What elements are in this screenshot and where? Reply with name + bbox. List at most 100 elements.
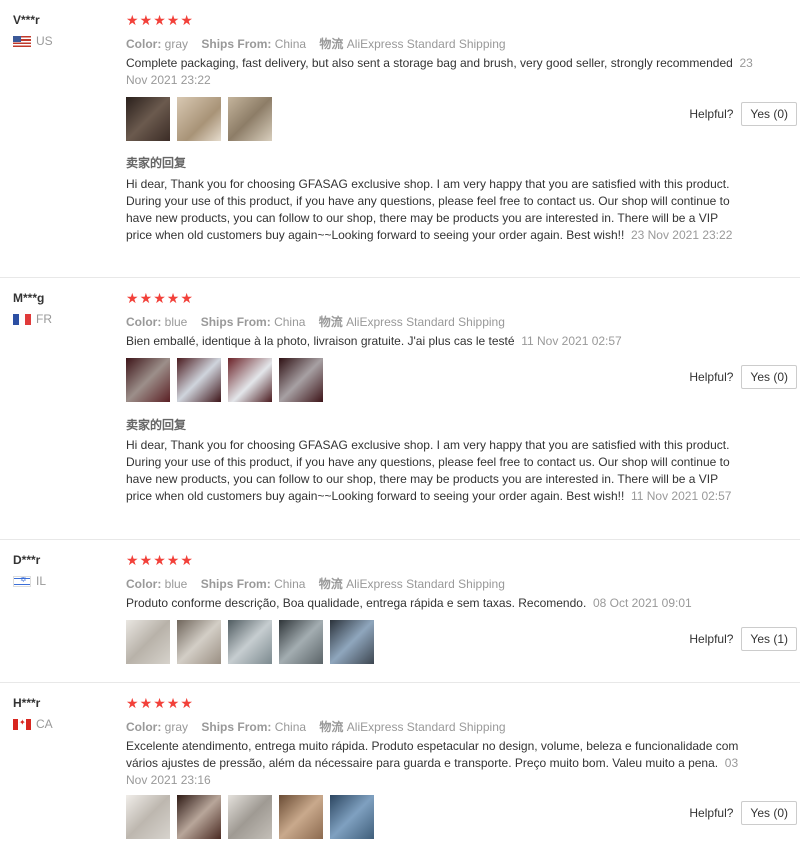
helpful-label: Helpful? bbox=[689, 632, 734, 646]
review-photo[interactable] bbox=[177, 795, 221, 839]
logistics-label: 物流 bbox=[319, 37, 344, 51]
star-icon: ★ bbox=[139, 290, 153, 306]
reviewer-name: D***r bbox=[13, 553, 41, 567]
rating-stars: ★ ★ ★ ★ ★ bbox=[126, 291, 194, 305]
rating-stars: ★ ★ ★ ★ ★ bbox=[126, 13, 194, 27]
review-photos bbox=[126, 620, 374, 664]
flag-icon bbox=[13, 35, 31, 47]
review-meta: Color: gray Ships From: China 物流 AliExpr… bbox=[126, 718, 506, 735]
review-content: Complete packaging, fast delivery, but a… bbox=[126, 56, 733, 70]
shipping-value: AliExpress Standard Shipping bbox=[346, 720, 506, 734]
seller-reply: Hi dear, Thank you for choosing GFASAG e… bbox=[126, 437, 738, 505]
star-icon: ★ bbox=[166, 290, 180, 306]
ships-from-label: Ships From: bbox=[201, 37, 272, 51]
star-icon: ★ bbox=[139, 552, 153, 568]
helpful-label: Helpful? bbox=[689, 806, 734, 820]
review-card: H***r CA ★★★★★ Color: gray Ships From: C… bbox=[0, 696, 800, 847]
star-icon: ★ bbox=[180, 552, 193, 568]
review-photo[interactable] bbox=[177, 620, 221, 664]
flag-icon bbox=[13, 575, 31, 587]
review-photo[interactable] bbox=[177, 358, 221, 402]
star-icon: ★ bbox=[153, 552, 166, 568]
review-photo[interactable] bbox=[177, 97, 221, 141]
rating-stars: ★ ★ ★ ★ ★ bbox=[126, 553, 194, 567]
ships-from-value: China bbox=[274, 720, 307, 734]
review-photos bbox=[126, 97, 272, 141]
helpful-label: Helpful? bbox=[689, 370, 734, 384]
review-photo[interactable] bbox=[279, 620, 323, 664]
ships-from-value: China bbox=[274, 37, 307, 51]
review-text: Complete packaging, fast delivery, but a… bbox=[126, 55, 756, 89]
review-photo[interactable] bbox=[126, 358, 170, 402]
helpful-yes-button[interactable]: Yes (0) bbox=[741, 102, 797, 126]
helpful-section: Helpful? Yes (0) bbox=[689, 365, 797, 389]
review-photo[interactable] bbox=[330, 620, 374, 664]
review-card: V***r US ★ ★ ★ ★ ★ Color: gray Ships From: C… bbox=[0, 13, 800, 278]
review-photo[interactable] bbox=[126, 97, 170, 141]
review-content: Produto conforme descrição, Boa qualidad… bbox=[126, 596, 587, 610]
star-icon: ★ bbox=[153, 12, 166, 28]
star-icon: ★ bbox=[180, 695, 193, 711]
helpful-yes-button[interactable]: Yes (1) bbox=[741, 627, 797, 651]
shipping-value: AliExpress Standard Shipping bbox=[346, 37, 506, 51]
review-photos bbox=[126, 358, 323, 402]
star-icon: ★ bbox=[180, 12, 193, 28]
star-icon: ★ bbox=[153, 290, 166, 306]
color-label: Color: bbox=[126, 37, 162, 51]
review-photo[interactable] bbox=[228, 620, 272, 664]
review-content: Excelente atendimento, entrega muito ráp… bbox=[126, 739, 739, 770]
star-icon: ★ bbox=[139, 695, 153, 711]
color-value: gray bbox=[164, 720, 189, 734]
helpful-section: Helpful? Yes (0) bbox=[689, 801, 797, 825]
ships-from-label: Ships From: bbox=[201, 720, 272, 734]
review-photo[interactable] bbox=[279, 358, 323, 402]
review-date: 11 Nov 2021 02:57 bbox=[521, 334, 622, 348]
country-code: IL bbox=[36, 574, 47, 588]
ships-from-value: China bbox=[274, 315, 306, 329]
color-value: gray bbox=[164, 37, 189, 51]
review-photo[interactable] bbox=[228, 795, 272, 839]
reviewer-country: IL bbox=[13, 574, 46, 588]
reviewer-country: CA bbox=[13, 717, 53, 731]
flag-icon bbox=[13, 313, 31, 325]
helpful-section: Helpful? Yes (0) bbox=[689, 102, 797, 126]
review-meta: Color: blue Ships From: China 物流 AliExpr… bbox=[126, 313, 505, 330]
review-photo[interactable] bbox=[126, 620, 170, 664]
star-icon: ★ bbox=[153, 695, 166, 711]
reviewer-country: US bbox=[13, 34, 53, 48]
star-icon: ★ bbox=[166, 552, 180, 568]
color-label: Color: bbox=[126, 720, 162, 734]
color-label: Color: bbox=[126, 577, 162, 591]
country-code: CA bbox=[36, 717, 53, 731]
review-photo[interactable] bbox=[228, 97, 272, 141]
helpful-yes-button[interactable]: Yes (0) bbox=[741, 801, 797, 825]
rating-stars: ★ ★ ★ ★ ★ bbox=[126, 696, 194, 710]
ships-from-value: China bbox=[274, 577, 306, 591]
ships-from-label: Ships From: bbox=[200, 577, 271, 591]
seller-reply-title: 卖家的回复 bbox=[126, 418, 187, 432]
review-text: Excelente atendimento, entrega muito ráp… bbox=[126, 738, 756, 789]
color-label: Color: bbox=[126, 315, 162, 329]
reply-date: 23 Nov 2021 23:22 bbox=[630, 228, 733, 242]
logistics-label: 物流 bbox=[319, 720, 344, 734]
reviewer-name: V***r bbox=[13, 13, 40, 27]
review-card: M***g FR ★ ★ ★ ★ ★ Color: blue Ships From: C… bbox=[0, 291, 800, 540]
review-text: Bien emballé, identique à la photo, livr… bbox=[126, 333, 756, 350]
helpful-yes-button[interactable]: Yes (0) bbox=[741, 365, 797, 389]
review-content: Bien emballé, identique à la photo, livr… bbox=[126, 334, 515, 348]
review-photo[interactable] bbox=[228, 358, 272, 402]
star-icon: ★ bbox=[166, 12, 180, 28]
star-icon: ★ bbox=[166, 695, 180, 711]
seller-reply: Hi dear, Thank you for choosing GFASAG e… bbox=[126, 176, 738, 244]
star-icon: ★ bbox=[126, 695, 139, 711]
shipping-value: AliExpress Standard Shipping bbox=[346, 315, 505, 329]
star-icon: ★ bbox=[126, 290, 139, 306]
star-icon: ★ bbox=[126, 12, 139, 28]
review-photo[interactable] bbox=[126, 795, 170, 839]
review-photo[interactable] bbox=[330, 795, 374, 839]
review-photo[interactable] bbox=[279, 795, 323, 839]
country-code: US bbox=[36, 34, 53, 48]
review-photos bbox=[126, 795, 374, 839]
review-card: D***r IL ★★★★★ Color: blue Ships From: C… bbox=[0, 553, 800, 683]
shipping-value: AliExpress Standard Shipping bbox=[346, 577, 505, 591]
